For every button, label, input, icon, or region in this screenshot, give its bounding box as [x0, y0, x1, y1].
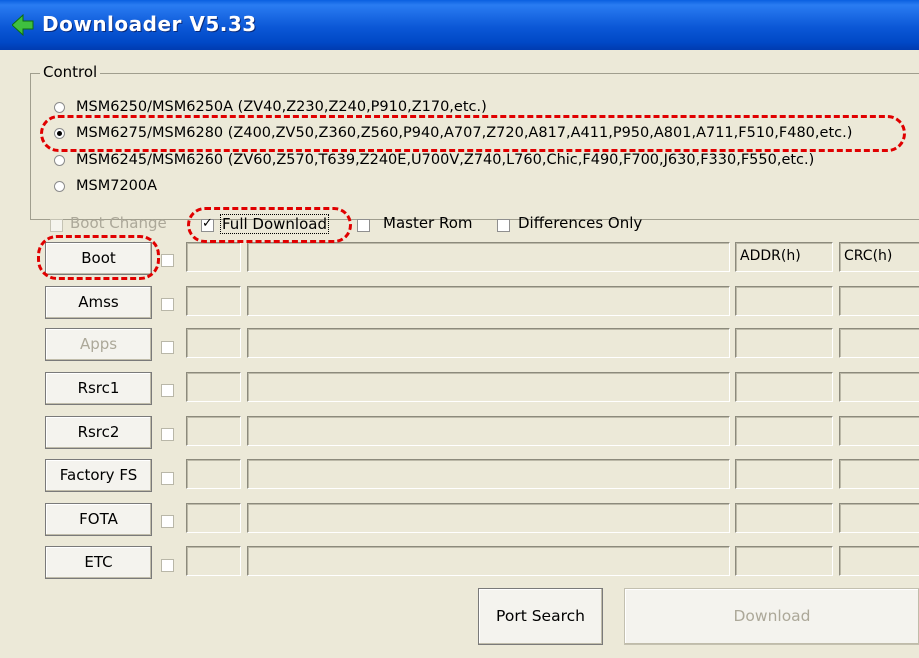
port-search-button[interactable]: Port Search [478, 588, 603, 645]
rsrc1-crc-field [839, 372, 919, 402]
master-rom-label: Master Rom [383, 214, 473, 232]
chipset-label: MSM7200A [76, 178, 158, 194]
fota-button[interactable]: FOTA [45, 503, 152, 536]
control-group-label: Control [40, 63, 101, 81]
differences-only-label: Differences Only [518, 214, 643, 232]
etc-path-field[interactable] [247, 546, 730, 576]
fota-addr-field [735, 503, 833, 533]
download-button[interactable]: Download [624, 588, 919, 645]
radio-button-selected[interactable] [54, 128, 65, 139]
etc-addr-field [735, 546, 833, 576]
fota-path-field[interactable] [247, 503, 730, 533]
rsrc2-addr-field [735, 416, 833, 446]
rsrc1-button[interactable]: Rsrc1 [45, 372, 152, 405]
amss-button[interactable]: Amss [45, 286, 152, 319]
rsrc1-size-field [186, 372, 241, 402]
full-download-label: Full Download [220, 214, 329, 234]
apps-path-field[interactable] [247, 328, 730, 358]
differences-only-checkbox[interactable] [497, 219, 510, 232]
amss-checkbox[interactable] [161, 298, 174, 311]
master-rom-checkbox[interactable] [357, 219, 370, 232]
factory-fs-crc-field [839, 459, 919, 489]
fota-size-field [186, 503, 241, 533]
rsrc1-checkbox[interactable] [161, 384, 174, 397]
boot-change-label: Boot Change [70, 214, 167, 232]
boot-path-field[interactable] [247, 242, 730, 272]
title-bar: Downloader V5.33 [0, 0, 919, 50]
factory-fs-button[interactable]: Factory FS [45, 459, 152, 492]
apps-checkbox[interactable] [161, 341, 174, 354]
etc-button[interactable]: ETC [45, 546, 152, 579]
chipset-label: MSM6250/MSM6250A (ZV40,Z230,Z240,P910,Z1… [76, 99, 487, 115]
rsrc2-button[interactable]: Rsrc2 [45, 416, 152, 449]
factory-fs-size-field [186, 459, 241, 489]
radio-button[interactable] [54, 155, 65, 166]
radio-button[interactable] [54, 102, 65, 113]
factory-fs-checkbox[interactable] [161, 472, 174, 485]
apps-crc-field [839, 328, 919, 358]
fota-checkbox[interactable] [161, 515, 174, 528]
rsrc2-checkbox[interactable] [161, 428, 174, 441]
radio-button[interactable] [54, 181, 65, 192]
boot-checkbox[interactable] [161, 254, 174, 267]
etc-checkbox[interactable] [161, 559, 174, 572]
factory-fs-path-field[interactable] [247, 459, 730, 489]
amss-size-field [186, 286, 241, 316]
apps-addr-field [735, 328, 833, 358]
control-group [30, 73, 919, 220]
addr-column-header: ADDR(h) [735, 242, 833, 272]
crc-column-header: CRC(h) [839, 242, 919, 272]
chipset-label: MSM6275/MSM6280 (Z400,ZV50,Z360,Z560,P94… [76, 125, 853, 141]
boot-button[interactable]: Boot [45, 242, 152, 275]
factory-fs-addr-field [735, 459, 833, 489]
amss-path-field[interactable] [247, 286, 730, 316]
amss-addr-field [735, 286, 833, 316]
fota-crc-field [839, 503, 919, 533]
rsrc1-path-field[interactable] [247, 372, 730, 402]
full-download-checkbox[interactable] [201, 216, 214, 232]
etc-crc-field [839, 546, 919, 576]
amss-crc-field [839, 286, 919, 316]
rsrc2-crc-field [839, 416, 919, 446]
chipset-label: MSM6245/MSM6260 (ZV60,Z570,T639,Z240E,U7… [76, 152, 815, 168]
apps-button[interactable]: Apps [45, 328, 152, 361]
boot-size-field [186, 242, 241, 272]
boot-change-checkbox[interactable] [50, 219, 63, 232]
etc-size-field [186, 546, 241, 576]
rsrc2-size-field [186, 416, 241, 446]
green-arrow-icon [12, 14, 34, 36]
rsrc2-path-field[interactable] [247, 416, 730, 446]
rsrc1-addr-field [735, 372, 833, 402]
window-title: Downloader V5.33 [42, 12, 257, 36]
apps-size-field [186, 328, 241, 358]
